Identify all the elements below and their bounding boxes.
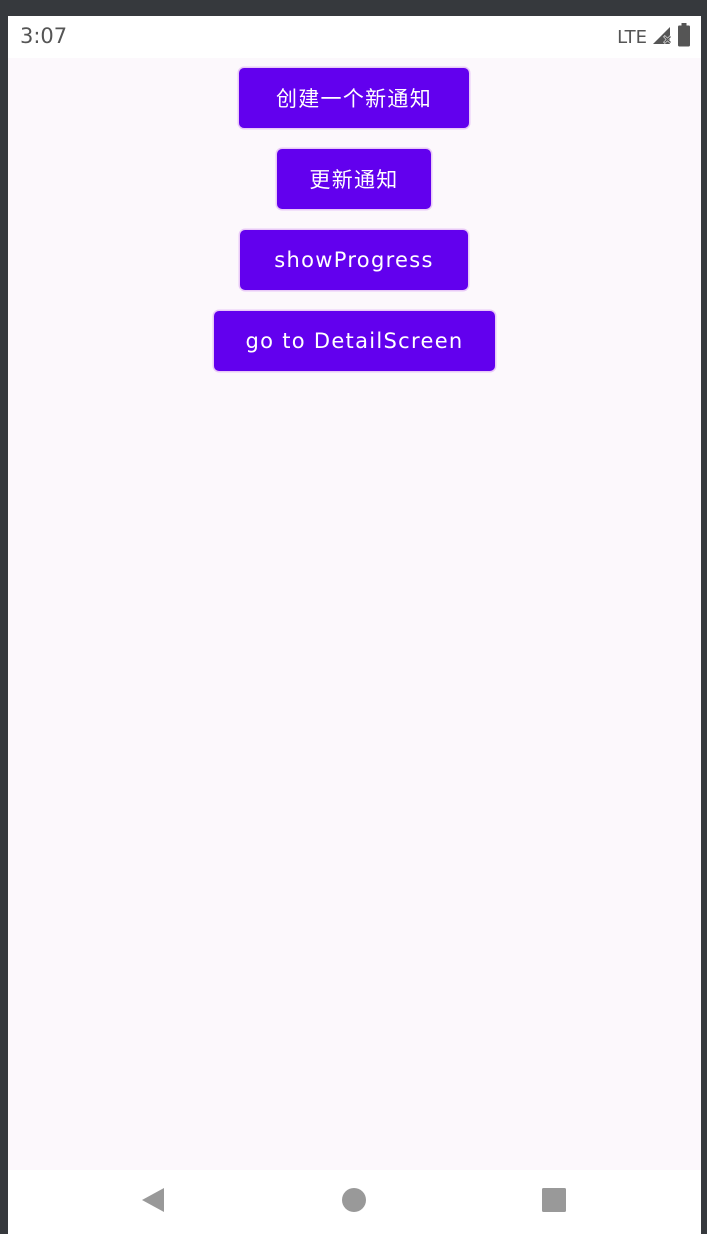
status-icons: LTE	[617, 23, 691, 51]
signal-no-service-icon	[651, 25, 673, 49]
main-content: 创建一个新通知 更新通知 showProgress go to DetailSc…	[8, 58, 701, 1170]
phone-screen: 3:07 LTE 创建一个新通知 更新通知 showProgress go to…	[8, 16, 701, 1234]
home-icon	[341, 1187, 367, 1217]
battery-icon	[677, 23, 691, 51]
go-to-detail-screen-button[interactable]: go to DetailScreen	[214, 311, 495, 371]
home-button[interactable]	[314, 1170, 394, 1234]
status-time: 3:07	[20, 24, 68, 48]
show-progress-button[interactable]: showProgress	[240, 230, 468, 290]
update-notification-button[interactable]: 更新通知	[277, 149, 431, 209]
device-frame: 3:07 LTE 创建一个新通知 更新通知 showProgress go to…	[0, 0, 707, 1234]
recents-icon	[541, 1187, 567, 1217]
back-icon	[140, 1186, 166, 1218]
create-notification-button[interactable]: 创建一个新通知	[239, 68, 469, 128]
navigation-bar	[8, 1170, 701, 1234]
network-type-label: LTE	[617, 26, 647, 48]
status-bar: 3:07 LTE	[8, 16, 701, 58]
back-button[interactable]	[113, 1170, 193, 1234]
recents-button[interactable]	[514, 1170, 594, 1234]
